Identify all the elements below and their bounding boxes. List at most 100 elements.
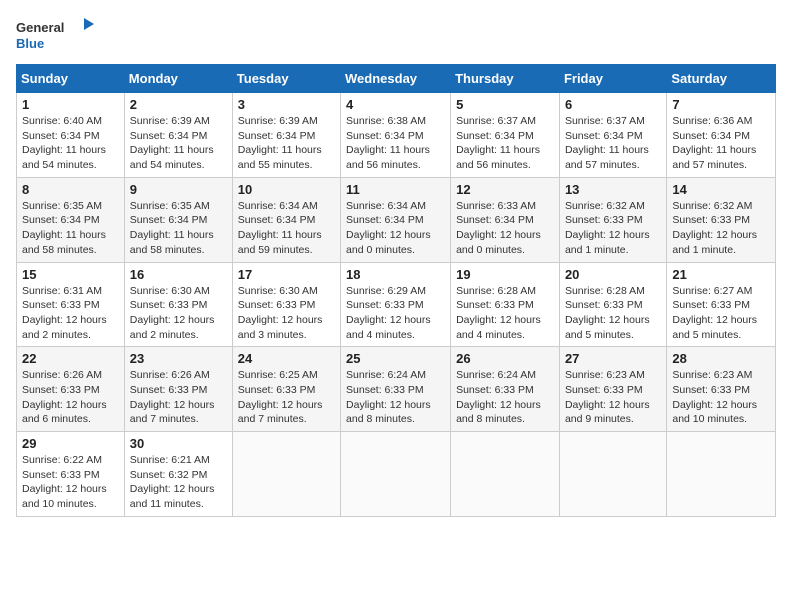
- calendar-table: SundayMondayTuesdayWednesdayThursdayFrid…: [16, 64, 776, 517]
- day-info: Sunrise: 6:33 AM Sunset: 6:34 PM Dayligh…: [456, 199, 554, 258]
- day-number: 20: [565, 267, 661, 282]
- calendar-cell: 30Sunrise: 6:21 AM Sunset: 6:32 PM Dayli…: [124, 432, 232, 517]
- calendar-cell: 8Sunrise: 6:35 AM Sunset: 6:34 PM Daylig…: [17, 177, 125, 262]
- day-number: 5: [456, 97, 554, 112]
- day-number: 16: [130, 267, 227, 282]
- svg-text:Blue: Blue: [16, 36, 44, 51]
- day-info: Sunrise: 6:26 AM Sunset: 6:33 PM Dayligh…: [130, 368, 227, 427]
- col-tuesday: Tuesday: [232, 65, 340, 93]
- day-number: 10: [238, 182, 335, 197]
- day-info: Sunrise: 6:22 AM Sunset: 6:33 PM Dayligh…: [22, 453, 119, 512]
- calendar-cell: 6 Sunrise: 6:37 AM Sunset: 6:34 PM Daylig…: [559, 93, 666, 178]
- day-number: 22: [22, 351, 119, 366]
- day-number: 19: [456, 267, 554, 282]
- day-number: 23: [130, 351, 227, 366]
- week-row-2: 8Sunrise: 6:35 AM Sunset: 6:34 PM Daylig…: [17, 177, 776, 262]
- calendar-cell: 29 Sunrise: 6:22 AM Sunset: 6:33 PM Dayli…: [17, 432, 125, 517]
- day-number: 18: [346, 267, 445, 282]
- calendar-cell: 25 Sunrise: 6:24 AM Sunset: 6:33 PM Dayli…: [341, 347, 451, 432]
- day-number: 4: [346, 97, 445, 112]
- calendar-cell: 28Sunrise: 6:23 AM Sunset: 6:33 PM Dayli…: [667, 347, 776, 432]
- calendar-cell: 9 Sunrise: 6:35 AM Sunset: 6:34 PM Daylig…: [124, 177, 232, 262]
- day-info: Sunrise: 6:24 AM Sunset: 6:33 PM Dayligh…: [456, 368, 554, 427]
- col-wednesday: Wednesday: [341, 65, 451, 93]
- day-number: 24: [238, 351, 335, 366]
- calendar-cell: 27Sunrise: 6:23 AM Sunset: 6:33 PM Dayli…: [559, 347, 666, 432]
- day-info: Sunrise: 6:27 AM Sunset: 6:33 PM Dayligh…: [672, 284, 770, 343]
- calendar-cell: 16Sunrise: 6:30 AM Sunset: 6:33 PM Dayli…: [124, 262, 232, 347]
- day-info: Sunrise: 6:23 AM Sunset: 6:33 PM Dayligh…: [565, 368, 661, 427]
- day-info: Sunrise: 6:32 AM Sunset: 6:33 PM Dayligh…: [565, 199, 661, 258]
- calendar-cell: 20 Sunrise: 6:28 AM Sunset: 6:33 PM Dayli…: [559, 262, 666, 347]
- day-info: Sunrise: 6:35 AM Sunset: 6:34 PM Dayligh…: [22, 199, 119, 258]
- calendar-cell: [559, 432, 666, 517]
- day-number: 11: [346, 182, 445, 197]
- calendar-cell: 4 Sunrise: 6:38 AM Sunset: 6:34 PM Daylig…: [341, 93, 451, 178]
- day-info: Sunrise: 6:31 AM Sunset: 6:33 PM Dayligh…: [22, 284, 119, 343]
- day-number: 26: [456, 351, 554, 366]
- calendar-cell: 18 Sunrise: 6:29 AM Sunset: 6:33 PM Dayli…: [341, 262, 451, 347]
- calendar-cell: [232, 432, 340, 517]
- day-number: 1: [22, 97, 119, 112]
- day-number: 17: [238, 267, 335, 282]
- day-info: Sunrise: 6:23 AM Sunset: 6:33 PM Dayligh…: [672, 368, 770, 427]
- day-info: Sunrise: 6:34 AM Sunset: 6:34 PM Dayligh…: [238, 199, 335, 258]
- day-info: Sunrise: 6:37 AM Sunset: 6:34 PM Dayligh…: [456, 114, 554, 173]
- calendar-cell: 24 Sunrise: 6:25 AM Sunset: 6:33 PM Dayli…: [232, 347, 340, 432]
- page-header: General Blue: [16, 16, 776, 56]
- day-info: Sunrise: 6:39 AM Sunset: 6:34 PM Dayligh…: [130, 114, 227, 173]
- day-number: 13: [565, 182, 661, 197]
- day-info: Sunrise: 6:29 AM Sunset: 6:33 PM Dayligh…: [346, 284, 445, 343]
- day-number: 12: [456, 182, 554, 197]
- day-number: 15: [22, 267, 119, 282]
- calendar-cell: 11 Sunrise: 6:34 AM Sunset: 6:34 PM Dayli…: [341, 177, 451, 262]
- column-headers: SundayMondayTuesdayWednesdayThursdayFrid…: [17, 65, 776, 93]
- calendar-cell: 19 Sunrise: 6:28 AM Sunset: 6:33 PM Dayli…: [451, 262, 560, 347]
- day-info: Sunrise: 6:28 AM Sunset: 6:33 PM Dayligh…: [456, 284, 554, 343]
- calendar-cell: 5 Sunrise: 6:37 AM Sunset: 6:34 PM Daylig…: [451, 93, 560, 178]
- col-sunday: Sunday: [17, 65, 125, 93]
- day-info: Sunrise: 6:25 AM Sunset: 6:33 PM Dayligh…: [238, 368, 335, 427]
- week-row-5: 29 Sunrise: 6:22 AM Sunset: 6:33 PM Dayli…: [17, 432, 776, 517]
- logo: General Blue: [16, 16, 96, 56]
- day-info: Sunrise: 6:36 AM Sunset: 6:34 PM Dayligh…: [672, 114, 770, 173]
- day-info: Sunrise: 6:34 AM Sunset: 6:34 PM Dayligh…: [346, 199, 445, 258]
- calendar-cell: 21 Sunrise: 6:27 AM Sunset: 6:33 PM Dayli…: [667, 262, 776, 347]
- week-row-4: 22 Sunrise: 6:26 AM Sunset: 6:33 PM Dayli…: [17, 347, 776, 432]
- calendar-cell: 23 Sunrise: 6:26 AM Sunset: 6:33 PM Dayli…: [124, 347, 232, 432]
- calendar-cell: 26 Sunrise: 6:24 AM Sunset: 6:33 PM Dayli…: [451, 347, 560, 432]
- calendar-cell: 1 Sunrise: 6:40 AM Sunset: 6:34 PM Daylig…: [17, 93, 125, 178]
- week-row-3: 15 Sunrise: 6:31 AM Sunset: 6:33 PM Dayli…: [17, 262, 776, 347]
- day-info: Sunrise: 6:37 AM Sunset: 6:34 PM Dayligh…: [565, 114, 661, 173]
- day-info: Sunrise: 6:30 AM Sunset: 6:33 PM Dayligh…: [238, 284, 335, 343]
- calendar-cell: [667, 432, 776, 517]
- col-monday: Monday: [124, 65, 232, 93]
- day-info: Sunrise: 6:35 AM Sunset: 6:34 PM Dayligh…: [130, 199, 227, 258]
- day-number: 14: [672, 182, 770, 197]
- calendar-cell: 2 Sunrise: 6:39 AM Sunset: 6:34 PM Daylig…: [124, 93, 232, 178]
- day-number: 6: [565, 97, 661, 112]
- day-number: 7: [672, 97, 770, 112]
- day-number: 21: [672, 267, 770, 282]
- calendar-cell: 22 Sunrise: 6:26 AM Sunset: 6:33 PM Dayli…: [17, 347, 125, 432]
- day-number: 29: [22, 436, 119, 451]
- day-number: 25: [346, 351, 445, 366]
- day-info: Sunrise: 6:32 AM Sunset: 6:33 PM Dayligh…: [672, 199, 770, 258]
- calendar-cell: 13 Sunrise: 6:32 AM Sunset: 6:33 PM Dayli…: [559, 177, 666, 262]
- col-friday: Friday: [559, 65, 666, 93]
- calendar-cell: 3Sunrise: 6:39 AM Sunset: 6:34 PM Daylig…: [232, 93, 340, 178]
- day-info: Sunrise: 6:40 AM Sunset: 6:34 PM Dayligh…: [22, 114, 119, 173]
- day-number: 2: [130, 97, 227, 112]
- calendar-cell: 7 Sunrise: 6:36 AM Sunset: 6:34 PM Daylig…: [667, 93, 776, 178]
- day-info: Sunrise: 6:39 AM Sunset: 6:34 PM Dayligh…: [238, 114, 335, 173]
- day-info: Sunrise: 6:28 AM Sunset: 6:33 PM Dayligh…: [565, 284, 661, 343]
- day-info: Sunrise: 6:24 AM Sunset: 6:33 PM Dayligh…: [346, 368, 445, 427]
- day-number: 9: [130, 182, 227, 197]
- day-number: 30: [130, 436, 227, 451]
- day-info: Sunrise: 6:26 AM Sunset: 6:33 PM Dayligh…: [22, 368, 119, 427]
- calendar-cell: 15 Sunrise: 6:31 AM Sunset: 6:33 PM Dayli…: [17, 262, 125, 347]
- calendar-cell: 14 Sunrise: 6:32 AM Sunset: 6:33 PM Dayli…: [667, 177, 776, 262]
- col-thursday: Thursday: [451, 65, 560, 93]
- col-saturday: Saturday: [667, 65, 776, 93]
- day-info: Sunrise: 6:38 AM Sunset: 6:34 PM Dayligh…: [346, 114, 445, 173]
